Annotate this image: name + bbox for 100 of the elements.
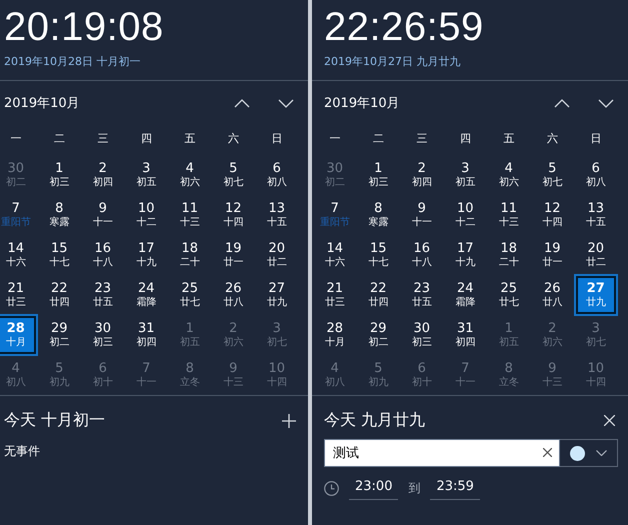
day-cell[interactable]: 25 廿七 bbox=[170, 276, 210, 314]
chevron-up-icon bbox=[234, 98, 250, 108]
day-cell[interactable]: 16 十八 bbox=[83, 236, 122, 274]
day-cell[interactable]: 4 初六 bbox=[170, 156, 210, 194]
day-cell[interactable]: 23 廿五 bbox=[402, 276, 442, 314]
day-cell[interactable]: 28 十月 bbox=[315, 316, 354, 354]
day-cell[interactable]: 31 初四 bbox=[126, 316, 166, 354]
weekday-label: 五 bbox=[183, 131, 196, 148]
weekday-label: 四 bbox=[458, 131, 472, 148]
day-cell[interactable]: 19 廿一 bbox=[532, 236, 572, 274]
day-cell[interactable]: 19 廿一 bbox=[214, 236, 253, 274]
day-cell[interactable]: 12 十四 bbox=[214, 196, 253, 234]
weekday-label: 一 bbox=[328, 131, 342, 148]
day-cell[interactable]: 28 十月 bbox=[0, 316, 36, 354]
weekday-label: 三 bbox=[96, 131, 110, 148]
day-cell[interactable]: 21 廿三 bbox=[315, 276, 354, 314]
start-time-field[interactable]: 23:00 bbox=[349, 477, 398, 500]
day-cell[interactable]: 17 十九 bbox=[126, 236, 166, 274]
day-cell[interactable]: 23 廿五 bbox=[83, 276, 122, 314]
weekday-label: 六 bbox=[226, 131, 240, 148]
day-cell[interactable]: 15 十七 bbox=[358, 236, 398, 274]
day-cell[interactable]: 27 廿九 bbox=[576, 276, 616, 314]
day-cell[interactable]: 5 初七 bbox=[532, 156, 572, 194]
day-cell[interactable]: 2 初四 bbox=[83, 156, 122, 194]
day-cell[interactable]: 30 初三 bbox=[402, 316, 442, 354]
day-cell[interactable]: 13 十五 bbox=[257, 196, 296, 234]
day-cell[interactable]: 21 廿三 bbox=[0, 276, 36, 314]
day-cell[interactable]: 29 初二 bbox=[358, 316, 398, 354]
clock-time: 20:19:08 bbox=[4, 4, 165, 50]
day-cell[interactable]: 25 廿七 bbox=[489, 276, 528, 314]
event-name-field[interactable]: 测试 bbox=[324, 439, 560, 468]
day-cell[interactable]: 31 初四 bbox=[446, 316, 485, 354]
month-title[interactable]: 2019年10月 bbox=[324, 94, 530, 112]
day-cell[interactable]: 7 重阳节 bbox=[315, 196, 354, 234]
day-cell[interactable]: 20 廿二 bbox=[576, 236, 616, 274]
color-picker[interactable] bbox=[560, 439, 618, 468]
day-cell[interactable]: 14 十六 bbox=[0, 236, 36, 274]
day-cell[interactable]: 5 初七 bbox=[214, 156, 253, 194]
weekday-label: 一 bbox=[9, 131, 22, 148]
weekday-label: 四 bbox=[140, 131, 153, 148]
day-cell[interactable]: 9 十一 bbox=[83, 196, 122, 234]
close-icon bbox=[604, 415, 614, 426]
day-cell[interactable]: 24 霜降 bbox=[446, 276, 485, 314]
month-title[interactable]: 2019年10月 bbox=[4, 94, 210, 112]
day-cell[interactable]: 22 廿四 bbox=[358, 276, 398, 314]
day-cell[interactable]: 27 廿九 bbox=[257, 276, 296, 314]
weekday-label: 五 bbox=[502, 131, 516, 148]
day-cell[interactable]: 24 霜降 bbox=[126, 276, 166, 314]
day-cell[interactable]: 3 初五 bbox=[446, 156, 485, 194]
day-cell[interactable]: 10 十二 bbox=[126, 196, 166, 234]
day-cell[interactable]: 12 十四 bbox=[532, 196, 572, 234]
day-cell[interactable]: 20 廿二 bbox=[257, 236, 296, 274]
date-text[interactable]: 2019年10月27日 九月廿九 bbox=[324, 54, 628, 69]
plus-icon bbox=[282, 414, 296, 428]
day-cell[interactable]: 22 廿四 bbox=[40, 276, 79, 314]
day-cell[interactable]: 11 十三 bbox=[170, 196, 210, 234]
agenda-title: 今天 九月廿九 bbox=[324, 410, 426, 432]
chevron-down-icon bbox=[598, 98, 614, 108]
date-text[interactable]: 2019年10月28日 十月初一 bbox=[4, 54, 308, 69]
day-cell[interactable]: 6 初八 bbox=[257, 156, 296, 194]
day-cell[interactable]: 8 寒露 bbox=[40, 196, 79, 234]
day-cell[interactable]: 30 初三 bbox=[83, 316, 122, 354]
to-label: 到 bbox=[408, 480, 420, 498]
day-cell[interactable]: 13 十五 bbox=[576, 196, 616, 234]
day-cell[interactable]: 10 十二 bbox=[446, 196, 485, 234]
day-cell[interactable]: 29 初二 bbox=[40, 316, 79, 354]
day-cell[interactable]: 17 十九 bbox=[446, 236, 485, 274]
day-cell[interactable]: 16 十八 bbox=[402, 236, 442, 274]
day-cell[interactable]: 7 重阳节 bbox=[0, 196, 36, 234]
day-cell[interactable]: 1 初三 bbox=[40, 156, 79, 194]
day-cell[interactable]: 14 十六 bbox=[315, 236, 354, 274]
day-cell[interactable]: 15 十七 bbox=[40, 236, 79, 274]
day-cell[interactable]: 26 廿八 bbox=[214, 276, 253, 314]
weekday-label: 日 bbox=[270, 131, 284, 148]
weekday-label: 日 bbox=[589, 131, 602, 148]
no-events-text: 无事件 bbox=[4, 443, 41, 460]
clear-icon[interactable] bbox=[543, 448, 552, 458]
day-cell[interactable]: 3 初五 bbox=[126, 156, 166, 194]
day-cell[interactable]: 18 二十 bbox=[170, 236, 210, 274]
day-cell[interactable]: 4 初六 bbox=[489, 156, 528, 194]
day-cell[interactable]: 6 初八 bbox=[576, 156, 616, 194]
chevron-down-icon bbox=[596, 450, 608, 456]
day-cell[interactable]: 2 初四 bbox=[402, 156, 442, 194]
day-cell[interactable]: 26 廿八 bbox=[532, 276, 572, 314]
add-event-button[interactable] bbox=[280, 412, 298, 430]
day-cell[interactable]: 1 初三 bbox=[358, 156, 398, 194]
weekday-label: 二 bbox=[372, 131, 385, 148]
day-cell[interactable]: 11 十三 bbox=[489, 196, 528, 234]
end-time-field[interactable]: 23:59 bbox=[430, 477, 480, 500]
weekday-label: 三 bbox=[415, 131, 428, 148]
weekday-label: 二 bbox=[52, 131, 66, 148]
clock-time: 22:26:59 bbox=[324, 4, 485, 50]
day-cell[interactable]: 8 寒露 bbox=[358, 196, 398, 234]
agenda-title: 今天 十月初一 bbox=[4, 410, 106, 432]
weekday-label: 六 bbox=[546, 131, 559, 148]
chevron-down-icon bbox=[278, 98, 294, 108]
color-dot-icon bbox=[570, 446, 585, 461]
day-cell[interactable]: 9 十一 bbox=[402, 196, 442, 234]
clock-icon bbox=[324, 481, 339, 496]
day-cell[interactable]: 18 二十 bbox=[489, 236, 528, 274]
